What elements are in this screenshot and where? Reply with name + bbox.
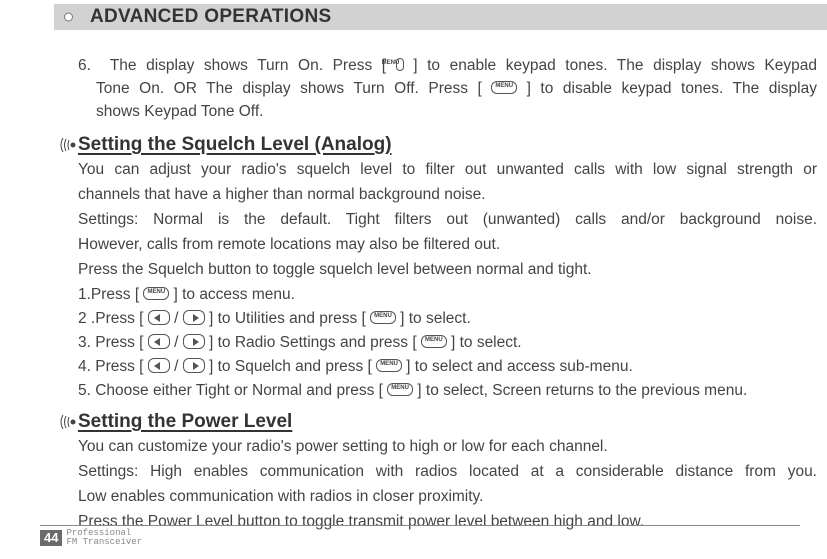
text: ] to select, Screen returns to the previ… xyxy=(417,382,747,399)
text: ] to Radio Settings and press [ xyxy=(209,334,417,351)
content-area: 6. The display shows Turn On. Press [ ME… xyxy=(0,30,827,533)
header-bar: ADVANCED OPERATIONS xyxy=(54,4,827,30)
signal-icon xyxy=(60,136,76,154)
footer-block: 44 Professional FM Transceiver xyxy=(40,529,827,547)
text: ] to Squelch and press [ xyxy=(209,358,372,375)
paragraph: You can adjust your radio's squelch leve… xyxy=(78,158,817,181)
text: The display shows Turn On. Press [ xyxy=(110,57,386,74)
paragraph: Low enables communication with radios in… xyxy=(78,485,817,508)
section-title: Setting the Power Level xyxy=(78,410,292,433)
step-6: 6. The display shows Turn On. Press [ ME… xyxy=(96,54,817,123)
step-list: 1.Press [ MENU ] to access menu. 2 .Pres… xyxy=(78,283,817,402)
text: ] to Utilities and press [ xyxy=(209,310,366,327)
text: ] to disable keypad tones. The display xyxy=(527,80,817,97)
paragraph: Press the Squelch button to toggle squel… xyxy=(78,258,817,281)
menu-key-icon: MENU xyxy=(370,311,396,324)
footer-rule xyxy=(40,525,800,527)
menu-key-icon: MENU xyxy=(396,58,404,71)
footer-tag-line2: FM Transceiver xyxy=(66,538,142,547)
page-number: 44 xyxy=(40,530,62,546)
text: 2 .Press [ xyxy=(78,310,143,327)
text: Tone On. OR The display shows Turn Off. … xyxy=(96,80,482,97)
text: 1.Press [ xyxy=(78,286,139,303)
menu-key-icon: MENU xyxy=(376,359,402,372)
paragraph: You can customize your radio's power set… xyxy=(78,435,817,458)
right-arrow-key-icon xyxy=(183,310,205,325)
step-3: 3. Press [ / ] to Radio Settings and pre… xyxy=(78,331,817,354)
footer: 44 Professional FM Transceiver xyxy=(0,525,827,547)
text: ] to access menu. xyxy=(173,286,294,303)
section-heading-power: Setting the Power Level xyxy=(60,410,817,433)
signal-icon xyxy=(60,413,76,431)
section-title: Setting the Squelch Level (Analog) xyxy=(78,133,392,156)
right-arrow-key-icon xyxy=(183,358,205,373)
left-arrow-key-icon xyxy=(148,310,170,325)
footer-tag: Professional FM Transceiver xyxy=(66,529,142,547)
step-4: 4. Press [ / ] to Squelch and press [ ME… xyxy=(78,355,817,378)
page: ADVANCED OPERATIONS 6. The display shows… xyxy=(0,4,827,559)
paragraph: Settings: High enables communication wit… xyxy=(78,460,817,483)
paragraph: channels that have a higher than normal … xyxy=(78,183,817,206)
text: ] to select. xyxy=(451,334,522,351)
paragraph: Settings: Normal is the default. Tight f… xyxy=(78,208,817,231)
header-title: ADVANCED OPERATIONS xyxy=(90,4,331,30)
header-bullet-icon xyxy=(64,13,73,22)
text: ] to select. xyxy=(400,310,471,327)
text: 3. Press [ xyxy=(78,334,143,351)
left-arrow-key-icon xyxy=(148,334,170,349)
step-number: 6. xyxy=(78,57,91,74)
step-2: 2 .Press [ / ] to Utilities and press [ … xyxy=(78,307,817,330)
right-arrow-key-icon xyxy=(183,334,205,349)
text: shows Keypad Tone Off. xyxy=(96,103,263,120)
text: 4. Press [ xyxy=(78,358,143,375)
text: 5. Choose either Tight or Normal and pre… xyxy=(78,382,383,399)
menu-key-icon: MENU xyxy=(387,383,413,396)
menu-key-icon: MENU xyxy=(421,335,447,348)
menu-key-icon: MENU xyxy=(491,81,517,94)
section-heading-squelch: Setting the Squelch Level (Analog) xyxy=(60,133,817,156)
menu-key-icon: MENU xyxy=(143,287,169,300)
step-5: 5. Choose either Tight or Normal and pre… xyxy=(78,379,817,402)
text: ] to enable keypad tones. The display sh… xyxy=(413,57,817,74)
left-arrow-key-icon xyxy=(148,358,170,373)
step-1: 1.Press [ MENU ] to access menu. xyxy=(78,283,817,306)
paragraph: However, calls from remote locations may… xyxy=(78,233,817,256)
text: ] to select and access sub-menu. xyxy=(406,358,633,375)
